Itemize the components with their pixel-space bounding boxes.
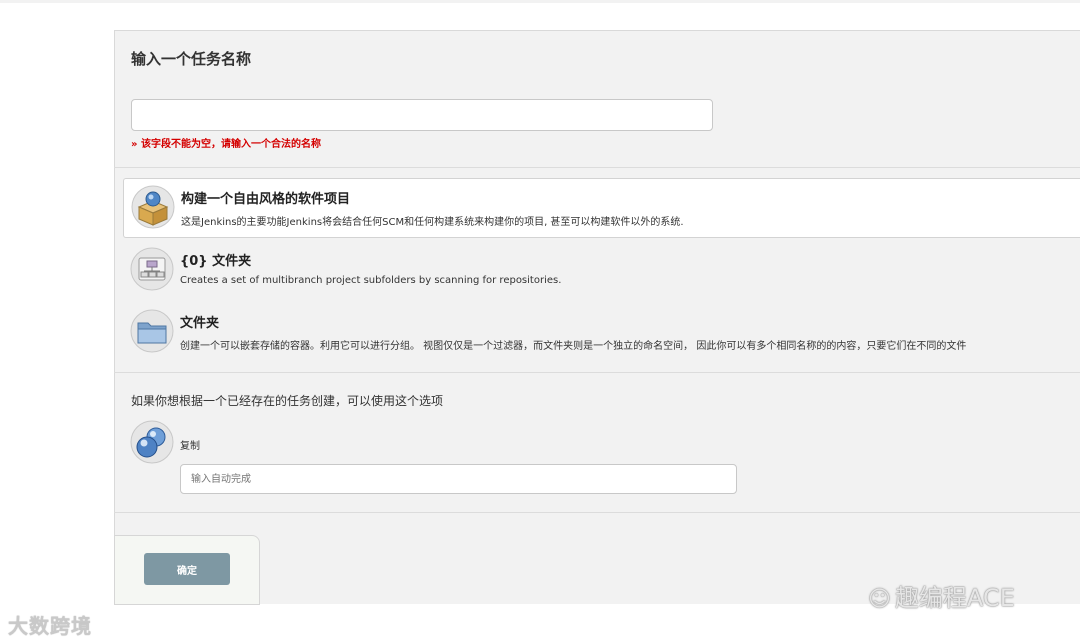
job-type-title: {0} 文件夹: [180, 254, 252, 269]
job-type-freestyle[interactable]: 构建一个自由风格的软件项目 这是Jenkins的主要功能Jenkins将会结合任…: [123, 178, 1080, 238]
item-name-input[interactable]: [131, 99, 713, 131]
copy-from-input[interactable]: [180, 464, 737, 494]
job-type-title: 文件夹: [180, 316, 220, 331]
divider: [114, 512, 1080, 513]
ok-button[interactable]: 确定: [144, 553, 230, 585]
watermark-right-text: 趣编程ACE: [894, 584, 1015, 612]
job-type-multibranch[interactable]: {0} 文件夹 Creates a set of multibranch pro…: [123, 241, 1080, 299]
divider: [114, 372, 1080, 373]
copy-hint: 如果你想根据一个已经存在的任务创建，可以使用这个选项: [131, 394, 444, 408]
job-type-description: 创建一个可以嵌套存储的容器。利用它可以进行分组。 视图仅仅是一个过滤器，而文件夹…: [180, 341, 967, 352]
divider: [114, 167, 1080, 168]
job-type-description: Creates a set of multibranch project sub…: [180, 275, 562, 286]
job-type-description: 这是Jenkins的主要功能Jenkins将会结合任何SCM和任何构建系统来构建…: [181, 217, 684, 228]
top-bar: [0, 0, 1080, 3]
watermark-left-text: 大数跨境: [8, 614, 92, 638]
watermark-right: ☺ 趣编程ACE: [868, 578, 1015, 613]
copy-label: 复制: [180, 441, 200, 452]
watermark-left: 大数跨境: [8, 610, 92, 639]
job-type-folder[interactable]: 文件夹 创建一个可以嵌套存储的容器。利用它可以进行分组。 视图仅仅是一个过滤器，…: [123, 303, 1080, 363]
validation-error: » 该字段不能为空，请输入一个合法的名称: [131, 139, 321, 150]
page-title: 输入一个任务名称: [131, 50, 252, 68]
wechat-icon: ☺: [868, 587, 891, 612]
multibranch-folder-icon: [130, 247, 174, 291]
freestyle-box-icon: [131, 185, 175, 229]
copy-spheres-icon: [130, 420, 174, 464]
folder-icon: [130, 309, 174, 353]
job-type-title: 构建一个自由风格的软件项目: [181, 192, 351, 207]
